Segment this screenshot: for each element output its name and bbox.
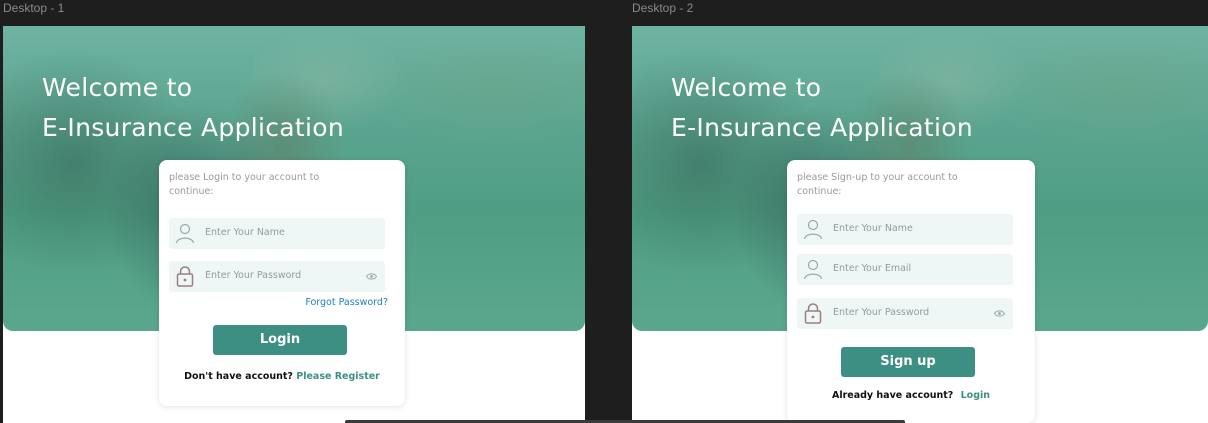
password-field-placeholder: Enter Your Password <box>833 307 930 318</box>
login-frame: Welcome to E-Insurance Application pleas… <box>3 26 585 423</box>
user-icon <box>803 259 823 280</box>
login-link[interactable]: Login <box>961 390 990 401</box>
signup-button[interactable]: Sign up <box>841 347 975 377</box>
eye-icon[interactable] <box>994 309 1005 318</box>
hero-title: Welcome to E-Insurance Application <box>671 68 973 148</box>
email-field[interactable]: Enter Your Email <box>797 254 1013 285</box>
name-field-placeholder: Enter Your Name <box>205 227 285 238</box>
user-icon <box>803 219 823 240</box>
frame-label-desktop-1[interactable]: Desktop - 1 <box>3 1 64 15</box>
name-field[interactable]: Enter Your Name <box>797 214 1013 245</box>
frame-label-desktop-2[interactable]: Desktop - 2 <box>632 1 693 15</box>
register-prompt: Don't have account? Please Register <box>159 371 405 382</box>
register-link[interactable]: Please Register <box>296 371 380 382</box>
register-prompt-text: Don't have account? <box>184 371 293 382</box>
password-field[interactable]: Enter Your Password <box>797 298 1013 329</box>
user-icon <box>175 223 195 244</box>
password-field-placeholder: Enter Your Password <box>205 270 302 281</box>
password-field[interactable]: Enter Your Password <box>169 261 385 292</box>
login-prompt: please Login to your account to continue… <box>169 172 320 197</box>
hero-title-line2: E-Insurance Application <box>42 113 345 142</box>
signup-prompt: please Sign-up to your account to contin… <box>797 172 958 197</box>
email-field-placeholder: Enter Your Email <box>833 263 912 274</box>
hero-title-line2: E-Insurance Application <box>671 113 974 142</box>
signup-card: please Sign-up to your account to contin… <box>787 160 1035 423</box>
name-field[interactable]: Enter Your Name <box>169 218 385 249</box>
login-prompt-text: Already have account? <box>831 390 954 401</box>
signup-frame: Welcome to E-Insurance Application pleas… <box>632 26 1208 423</box>
hero-title-line1: Welcome to <box>42 73 193 102</box>
name-field-placeholder: Enter Your Name <box>833 223 913 234</box>
eye-icon[interactable] <box>366 272 377 281</box>
forgot-password-link[interactable]: Forgot Password? <box>305 297 388 308</box>
login-button[interactable]: Login <box>213 325 347 355</box>
login-prompt: Already have account? Login <box>787 390 1035 401</box>
padlock-icon <box>176 266 194 287</box>
hero-title-line1: Welcome to <box>671 73 822 102</box>
padlock-icon <box>804 303 822 324</box>
login-card: please Login to your account to continue… <box>159 160 405 406</box>
hero-title: Welcome to E-Insurance Application <box>42 68 344 148</box>
